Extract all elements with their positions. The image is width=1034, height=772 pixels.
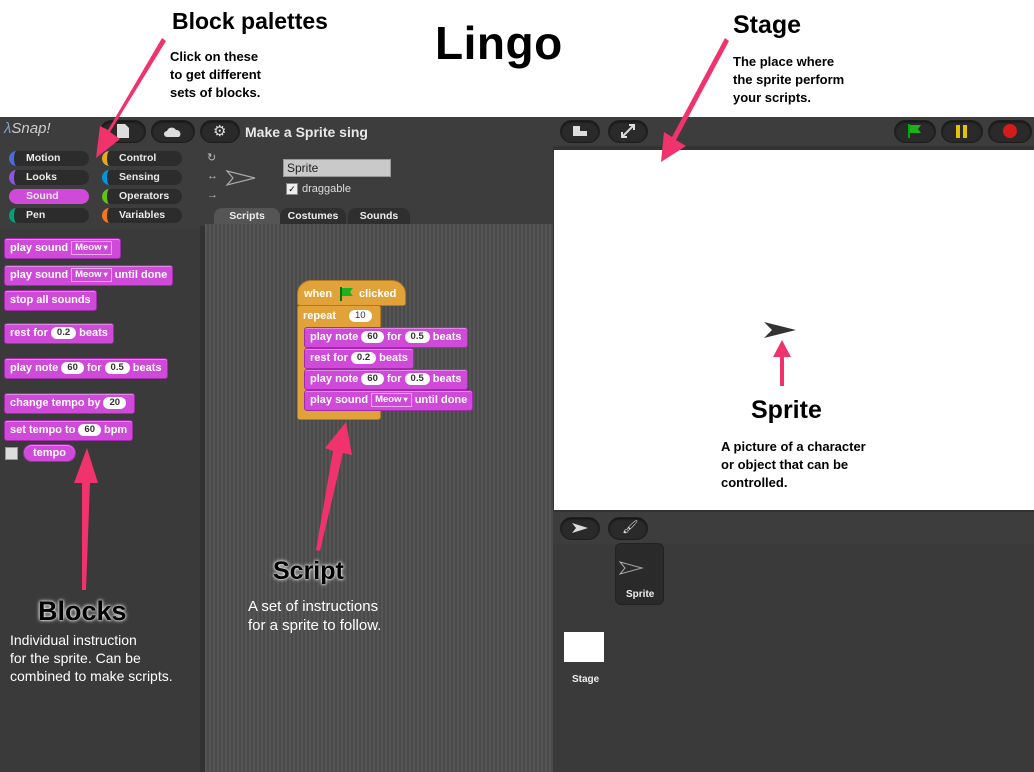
sprite-costume-icon xyxy=(618,561,644,575)
file-icon xyxy=(117,124,129,138)
settings-button[interactable]: ⚙ xyxy=(200,120,240,143)
normal-stage-icon xyxy=(573,126,587,136)
script-rest-for[interactable]: rest for 0.2 beats xyxy=(304,348,414,369)
sprite-heading: Sprite xyxy=(751,396,822,424)
hat-clicked-label: clicked xyxy=(359,288,397,300)
blocks-heading: Blocks xyxy=(38,596,127,626)
brush-icon: 🖌 xyxy=(622,519,639,534)
blocks-caption: Individual instruction for the sprite. Ca… xyxy=(10,632,173,684)
turtle-icon xyxy=(572,523,588,533)
pause-icon xyxy=(956,125,967,138)
sprite-on-stage xyxy=(764,322,796,338)
category-operators-button[interactable]: Operators xyxy=(102,189,182,204)
palettes-caption: Click on these to get different sets of bl… xyxy=(170,49,261,100)
sprite-caption: A picture of a character or object that c… xyxy=(721,439,866,490)
script-hat-block[interactable]: when clicked xyxy=(297,280,406,306)
category-sensing-button[interactable]: Sensing xyxy=(102,170,182,185)
stage-icon[interactable] xyxy=(564,632,604,662)
category-pen-button[interactable]: Pen xyxy=(9,208,89,223)
file-menu-button[interactable] xyxy=(100,120,146,143)
block-play-note[interactable]: play note 60 for 0.5 beats xyxy=(4,358,168,379)
sprite-thumbnail-icon xyxy=(225,169,256,187)
green-flag-icon xyxy=(908,124,921,138)
repeat-label: repeat xyxy=(303,310,337,322)
corral-stage-label: Stage xyxy=(572,674,600,685)
block-stop-all-sounds[interactable]: stop all sounds xyxy=(4,290,97,311)
tab-scripts[interactable]: Scripts xyxy=(214,208,280,224)
rotate-free-icon[interactable]: ↻ xyxy=(207,151,216,164)
draggable-label: draggable xyxy=(302,183,351,195)
script-play-sound[interactable]: play soundMeowuntil done xyxy=(304,390,474,411)
category-motion-button[interactable]: Motion xyxy=(9,151,89,166)
repeat-count[interactable]: 10 xyxy=(349,310,372,322)
block-play-sound-until-done[interactable]: play soundMeowuntil done xyxy=(4,265,174,286)
corral-sprite-label: Sprite xyxy=(626,589,655,600)
block-change-tempo[interactable]: change tempo by 20 xyxy=(4,393,136,414)
presentation-mode-button[interactable] xyxy=(608,120,648,143)
rotate-none-icon[interactable]: → xyxy=(207,189,218,201)
tempo-watcher-checkbox[interactable] xyxy=(5,447,18,460)
tab-costumes[interactable]: Costumes xyxy=(280,208,346,224)
paint-new-sprite-button[interactable]: 🖌 xyxy=(608,517,648,540)
category-control-button[interactable]: Control xyxy=(102,151,182,166)
pause-button[interactable] xyxy=(941,120,983,143)
sprite-corral-icon[interactable]: Sprite xyxy=(615,543,664,605)
add-sprite-button[interactable] xyxy=(560,517,600,540)
green-flag-icon xyxy=(340,287,353,301)
stage-size-button[interactable] xyxy=(560,120,600,143)
stage-heading: Stage xyxy=(733,11,802,39)
tab-sounds[interactable]: Sounds xyxy=(348,208,410,224)
block-play-sound[interactable]: play sound Meow xyxy=(4,238,121,259)
rotate-flip-icon[interactable]: ↔ xyxy=(207,170,218,182)
block-rest-for[interactable]: rest for 0.2 beats xyxy=(4,323,114,344)
cloud-icon xyxy=(164,127,181,137)
hat-when-label: when xyxy=(304,288,333,300)
category-variables-button[interactable]: Variables xyxy=(102,208,182,223)
project-title: Make a Sprite sing xyxy=(245,124,368,140)
stop-button[interactable] xyxy=(988,120,1032,143)
script-caption: A set of instructions for a sprite to fol… xyxy=(248,598,382,634)
category-sound-button[interactable]: Sound xyxy=(9,189,89,204)
draggable-checkbox[interactable]: ✓ xyxy=(286,183,298,195)
cloud-button[interactable] xyxy=(151,120,195,143)
script-play-note-1[interactable]: play note 60 for 0.5 beats xyxy=(304,327,468,348)
block-tempo-reporter[interactable]: tempo xyxy=(23,444,76,462)
script-play-note-2[interactable]: play note 60 for 0.5 beats xyxy=(304,369,468,390)
stop-icon xyxy=(1003,124,1017,138)
green-flag-button[interactable] xyxy=(894,120,936,143)
gear-icon: ⚙ xyxy=(213,123,227,140)
stage-caption: The place where the sprite perform your sc… xyxy=(733,54,845,105)
category-looks-button[interactable]: Looks xyxy=(9,170,89,185)
fullscreen-icon xyxy=(621,124,635,138)
sprite-name-input[interactable] xyxy=(283,159,391,177)
block-set-tempo[interactable]: set tempo to 60 bpm xyxy=(4,420,134,441)
page-title: Lingo xyxy=(435,17,563,69)
script-heading: Script xyxy=(273,557,344,585)
snap-logo[interactable]: λSnap! xyxy=(4,120,51,137)
palettes-heading: Block palettes xyxy=(172,8,328,34)
